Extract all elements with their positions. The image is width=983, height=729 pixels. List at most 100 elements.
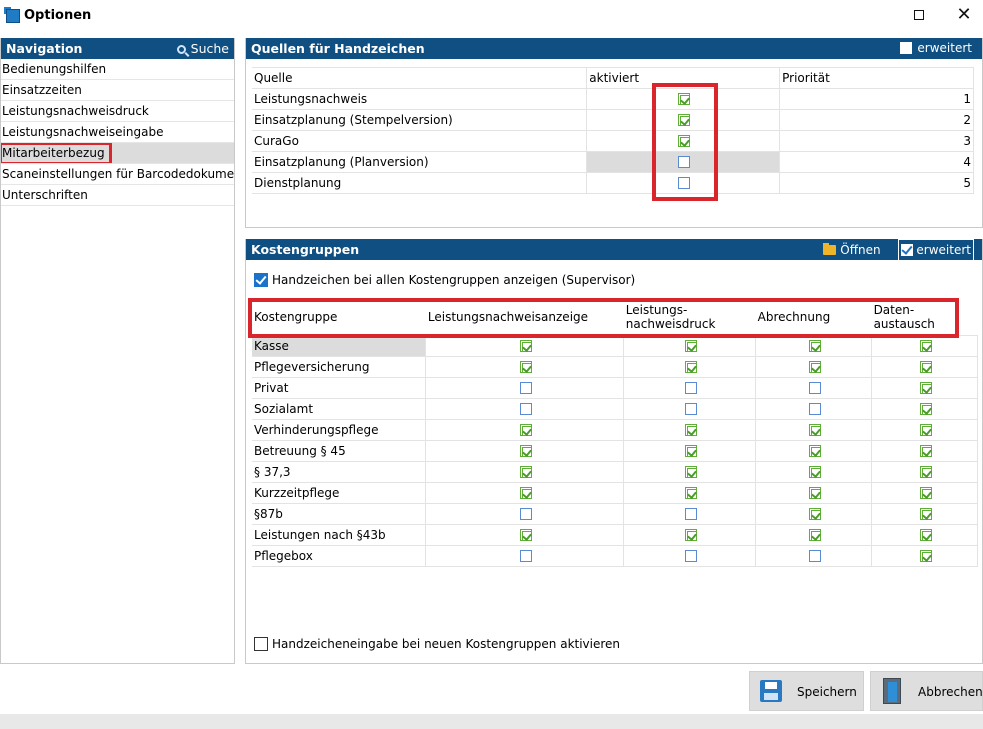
search-button[interactable]: Suche	[176, 38, 229, 59]
search-label: Suche	[190, 41, 229, 56]
table-row[interactable]: Dienstplanung 5	[252, 172, 974, 194]
checkbox-checked[interactable]	[919, 402, 932, 415]
nav-item-label: Scaneinstellungen für Barcodedokumente	[2, 167, 234, 181]
checkbox-checked[interactable]	[519, 465, 532, 478]
checkbox-unchecked[interactable]	[519, 549, 532, 562]
checkbox-unchecked[interactable]	[678, 156, 691, 168]
supervisor-option[interactable]: Handzeichen bei allen Kostengruppen anze…	[254, 273, 635, 287]
table-row[interactable]: §87b	[252, 502, 978, 525]
table-row[interactable]: Kurzzeitpflege	[252, 481, 978, 504]
checkbox-unchecked[interactable]	[678, 177, 691, 189]
checkbox-checked[interactable]	[919, 549, 932, 562]
nav-item[interactable]: Leistungsnachweiseingabe	[1, 122, 234, 143]
checkbox-checked[interactable]	[519, 486, 532, 499]
navigation-title: Navigation	[6, 41, 83, 56]
kostengruppe-name: Verhinderungspflege	[252, 418, 427, 441]
checkbox-checked[interactable]	[519, 339, 532, 352]
checkbox-checked[interactable]	[684, 423, 697, 436]
checkbox-checked[interactable]	[808, 465, 821, 478]
checkbox-checked[interactable]	[919, 423, 932, 436]
checkbox-cell	[425, 355, 625, 378]
checkbox-cell	[425, 544, 625, 567]
checkbox-checked[interactable]	[919, 507, 932, 520]
kostengruppe-name: Privat	[252, 376, 427, 399]
new-groups-checkbox[interactable]	[254, 637, 268, 651]
checkbox-checked[interactable]	[678, 93, 691, 105]
checkbox-unchecked[interactable]	[519, 381, 532, 394]
priority-cell: 4	[779, 151, 974, 173]
checkbox-checked[interactable]	[808, 423, 821, 436]
save-button[interactable]: Speichern	[749, 671, 864, 711]
checkbox-unchecked[interactable]	[808, 549, 821, 562]
checkbox-checked[interactable]	[919, 360, 932, 373]
checkbox-checked[interactable]	[519, 528, 532, 541]
table-row[interactable]: Leistungsnachweis 1	[252, 88, 974, 110]
checkbox-checked[interactable]	[808, 486, 821, 499]
checkbox-checked[interactable]	[684, 360, 697, 373]
quellen-erweitert-toggle[interactable]: erweitert	[900, 38, 972, 59]
exit-door-icon	[883, 678, 901, 704]
kostengruppe-name: Pflegeversicherung	[252, 355, 427, 378]
maximize-button[interactable]	[904, 4, 934, 26]
checkbox-checked[interactable]	[919, 444, 932, 457]
supervisor-checkbox[interactable]	[254, 273, 268, 287]
nav-item[interactable]: Einsatzzeiten	[1, 80, 234, 101]
checkbox-unchecked[interactable]	[808, 402, 821, 415]
new-groups-option[interactable]: Handzeicheneingabe bei neuen Kostengrupp…	[254, 637, 620, 651]
checkbox-checked[interactable]	[919, 465, 932, 478]
table-row[interactable]: Privat	[252, 376, 978, 399]
checkbox-unchecked[interactable]	[684, 549, 697, 562]
erweitert-checkbox[interactable]	[901, 244, 914, 256]
checkbox-checked[interactable]	[684, 465, 697, 478]
nav-item[interactable]: Mitarbeiterbezug	[1, 143, 234, 164]
checkbox-checked[interactable]	[678, 135, 691, 147]
checkbox-unchecked[interactable]	[684, 381, 697, 394]
table-row[interactable]: Kasse	[252, 334, 978, 357]
checkbox-checked[interactable]	[684, 339, 697, 352]
table-row[interactable]: Verhinderungspflege	[252, 418, 978, 441]
checkbox-checked[interactable]	[678, 114, 691, 126]
nav-item[interactable]: Leistungsnachweisdruck	[1, 101, 234, 122]
checkbox-unchecked[interactable]	[684, 402, 697, 415]
table-row[interactable]: Leistungen nach §43b	[252, 523, 978, 546]
checkbox-checked[interactable]	[519, 423, 532, 436]
checkbox-unchecked[interactable]	[519, 402, 532, 415]
erweitert-checkbox[interactable]	[900, 42, 913, 54]
checkbox-checked[interactable]	[919, 486, 932, 499]
kosten-erweitert-toggle[interactable]: erweitert	[898, 239, 974, 262]
table-row[interactable]: § 37,3	[252, 460, 978, 483]
checkbox-unchecked[interactable]	[808, 381, 821, 394]
nav-item[interactable]: Unterschriften	[1, 185, 234, 206]
checkbox-cell	[755, 376, 873, 399]
table-row[interactable]: Pflegeversicherung	[252, 355, 978, 378]
checkbox-checked[interactable]	[808, 528, 821, 541]
checkbox-checked[interactable]	[684, 528, 697, 541]
open-button[interactable]: Öffnen	[823, 240, 881, 261]
checkbox-unchecked[interactable]	[684, 507, 697, 520]
checkbox-checked[interactable]	[919, 381, 932, 394]
checkbox-checked[interactable]	[919, 528, 932, 541]
checkbox-checked[interactable]	[684, 444, 697, 457]
checkbox-checked[interactable]	[808, 444, 821, 457]
checkbox-checked[interactable]	[808, 507, 821, 520]
table-row[interactable]: Sozialamt	[252, 397, 978, 420]
table-row[interactable]: CuraGo 3	[252, 130, 974, 152]
checkbox-checked[interactable]	[808, 339, 821, 352]
checkbox-checked[interactable]	[684, 486, 697, 499]
search-icon	[176, 45, 186, 54]
table-row[interactable]: Einsatzplanung (Stempelversion) 2	[252, 109, 974, 131]
nav-item[interactable]: Scaneinstellungen für Barcodedokumente	[1, 164, 234, 185]
erweitert-label: erweitert	[916, 243, 971, 257]
checkbox-checked[interactable]	[519, 360, 532, 373]
table-row[interactable]: Einsatzplanung (Planversion) 4	[252, 151, 974, 173]
checkbox-checked[interactable]	[519, 444, 532, 457]
checkbox-checked[interactable]	[808, 360, 821, 373]
table-row[interactable]: Pflegebox	[252, 544, 978, 567]
close-button[interactable]: ✕	[949, 4, 979, 26]
source-name: Einsatzplanung (Stempelversion)	[252, 109, 588, 131]
table-row[interactable]: Betreuung § 45	[252, 439, 978, 462]
checkbox-unchecked[interactable]	[519, 507, 532, 520]
nav-item[interactable]: Bedienungshilfen	[1, 59, 234, 80]
cancel-button[interactable]: Abbrechen	[870, 671, 983, 711]
checkbox-checked[interactable]	[919, 339, 932, 352]
